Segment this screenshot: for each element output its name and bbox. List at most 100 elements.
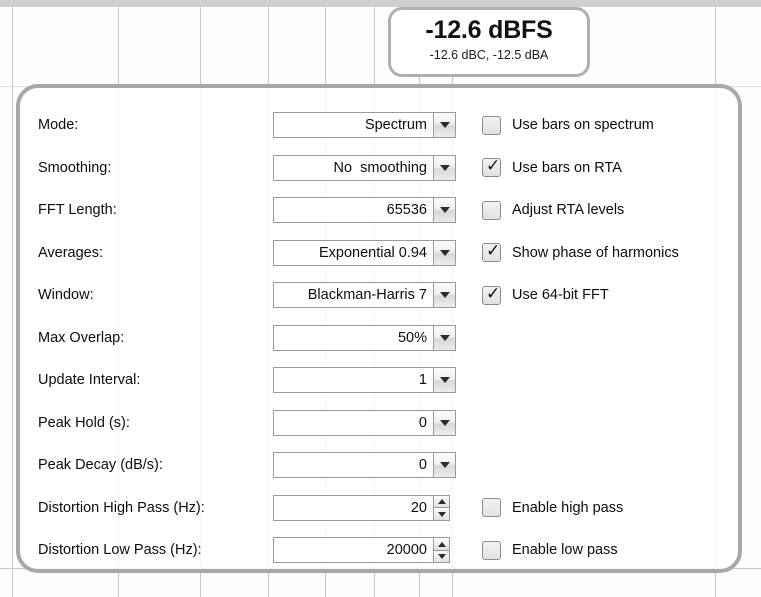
dropdown-value[interactable]: 0 [273,409,433,436]
triangle-up-glyph [437,499,446,504]
chevron-down-icon[interactable] [433,112,456,139]
chevron-down-icon[interactable] [433,282,456,309]
setting-label: Window: [38,287,94,304]
setting-label: Peak Decay (dB/s): [38,457,163,474]
checkbox-checked-icon[interactable]: ✓ [482,156,501,178]
setting-row: Smoothing: No smoothing [38,147,468,190]
checkbox-label[interactable]: Use bars on spectrum [512,117,654,133]
checkbox-checked-icon[interactable]: ✓ [482,283,501,305]
triangle-down-glyph [437,511,446,517]
checkbox-row[interactable]: Adjust RTA levels [482,189,720,232]
chevron-down-icon[interactable] [433,197,456,224]
spinner-up-icon[interactable] [434,495,449,509]
triangle-down-glyph [439,122,450,129]
dropdown-value[interactable]: Spectrum [273,112,433,139]
setting-row: Update Interval: 1 [38,359,468,402]
setting-label: Averages: [38,244,104,261]
checkbox-checked-icon[interactable]: ✓ [482,241,501,263]
setting-row: Mode: Spectrum [38,104,468,147]
setting-row: Distortion High Pass (Hz): 20 [38,487,468,530]
chevron-down-icon[interactable] [433,154,456,181]
readout-primary-value: -12.6 dBFS [425,16,553,44]
setting-dropdown[interactable]: 1 [273,367,456,394]
spinner-value[interactable]: 20 [273,494,433,521]
checkbox-label[interactable]: Use bars on RTA [512,160,622,176]
checkbox-label[interactable]: Enable low pass [512,542,618,558]
dropdown-value[interactable]: Blackman-Harris 7 [273,282,433,309]
setting-dropdown[interactable]: Spectrum [273,112,456,139]
setting-dropdown[interactable]: No smoothing [273,154,456,181]
settings-checkbox-list: Use bars on spectrum ✓ Use bars on RTA Adju… [468,104,720,560]
triangle-down-glyph [439,377,450,384]
checkbox-row[interactable]: Use bars on spectrum [482,104,720,147]
setting-dropdown[interactable]: 65536 [273,197,456,224]
checkbox-row[interactable]: Enable high pass [482,487,720,530]
setting-spinner[interactable]: 20 [273,494,450,521]
setting-label: Max Overlap: [38,329,125,346]
setting-label: Peak Hold (s): [38,414,130,431]
dropdown-value[interactable]: Exponential 0.94 [273,239,433,266]
spinner-down-icon[interactable] [434,550,449,563]
triangle-down-glyph [439,207,450,214]
setting-label: Smoothing: [38,159,112,176]
checkbox-row[interactable]: Enable low pass [482,529,720,572]
triangle-down-glyph [439,164,450,171]
setting-label: Distortion Low Pass (Hz): [38,542,202,559]
checkbox-label[interactable]: Show phase of harmonics [512,245,679,261]
level-readout: -12.6 dBFS -12.6 dBC, -12.5 dBA [388,7,590,77]
dropdown-value[interactable]: 0 [273,452,433,479]
setting-dropdown[interactable]: 50% [273,324,456,351]
checkbox-row[interactable]: ✓ Show phase of harmonics [482,232,720,275]
dropdown-value[interactable]: 65536 [273,197,433,224]
spinner-buttons [433,537,450,564]
check-mark-icon: ✓ [486,156,501,177]
checkbox-label[interactable]: Use 64-bit FFT [512,287,609,303]
check-mark-icon: ✓ [486,241,501,262]
graph-top-band [0,0,761,7]
setting-row: FFT Length: 65536 [38,189,468,232]
setting-row: Distortion Low Pass (Hz): 20000 [38,529,468,572]
setting-row: Peak Decay (dB/s): 0 [38,444,468,487]
spinner-down-icon[interactable] [434,508,449,520]
checkbox-row[interactable]: ✓ Use 64-bit FFT [482,274,720,317]
checkbox-unchecked-icon[interactable] [482,200,501,220]
setting-label: FFT Length: [38,202,117,219]
spinner-up-icon[interactable] [434,538,449,551]
setting-row: Window: Blackman-Harris 7 [38,274,468,317]
setting-label: Distortion High Pass (Hz): [38,499,205,516]
checkbox-unchecked-icon[interactable] [482,498,501,518]
check-mark-icon: ✓ [486,283,501,304]
triangle-down-glyph [437,554,446,559]
chevron-down-icon[interactable] [433,409,456,436]
settings-field-list: Mode: Spectrum Smoothing: No smoothing FFT L… [38,104,468,564]
triangle-down-glyph [439,292,450,299]
spinner-value[interactable]: 20000 [273,537,433,564]
triangle-down-glyph [439,419,450,426]
setting-dropdown[interactable]: Exponential 0.94 [273,239,456,266]
chevron-down-icon[interactable] [433,367,456,394]
setting-dropdown[interactable]: 0 [273,452,456,479]
setting-spinner[interactable]: 20000 [273,537,450,564]
chevron-down-icon[interactable] [433,324,456,351]
setting-row: Max Overlap: 50% [38,317,468,360]
checkbox-row[interactable]: ✓ Use bars on RTA [482,147,720,190]
checkbox-label[interactable]: Enable high pass [512,500,623,516]
checkbox-unchecked-icon[interactable] [482,115,501,135]
chevron-down-icon[interactable] [433,452,456,479]
setting-dropdown[interactable]: 0 [273,409,456,436]
checkbox-label[interactable]: Adjust RTA levels [512,202,624,218]
dropdown-value[interactable]: 1 [273,367,433,394]
chevron-down-icon[interactable] [433,239,456,266]
dropdown-value[interactable]: No smoothing [273,154,433,181]
checkbox-unchecked-icon[interactable] [482,540,501,560]
spinner-buttons [433,494,450,521]
triangle-down-glyph [439,249,450,256]
triangle-down-glyph [439,334,450,341]
setting-label: Update Interval: [38,372,141,389]
setting-label: Mode: [38,117,79,134]
dropdown-value[interactable]: 50% [273,324,433,351]
gridline-vertical [12,7,13,597]
readout-secondary-value: -12.6 dBC, -12.5 dBA [429,48,549,62]
triangle-up-glyph [437,541,446,547]
setting-dropdown[interactable]: Blackman-Harris 7 [273,282,456,309]
